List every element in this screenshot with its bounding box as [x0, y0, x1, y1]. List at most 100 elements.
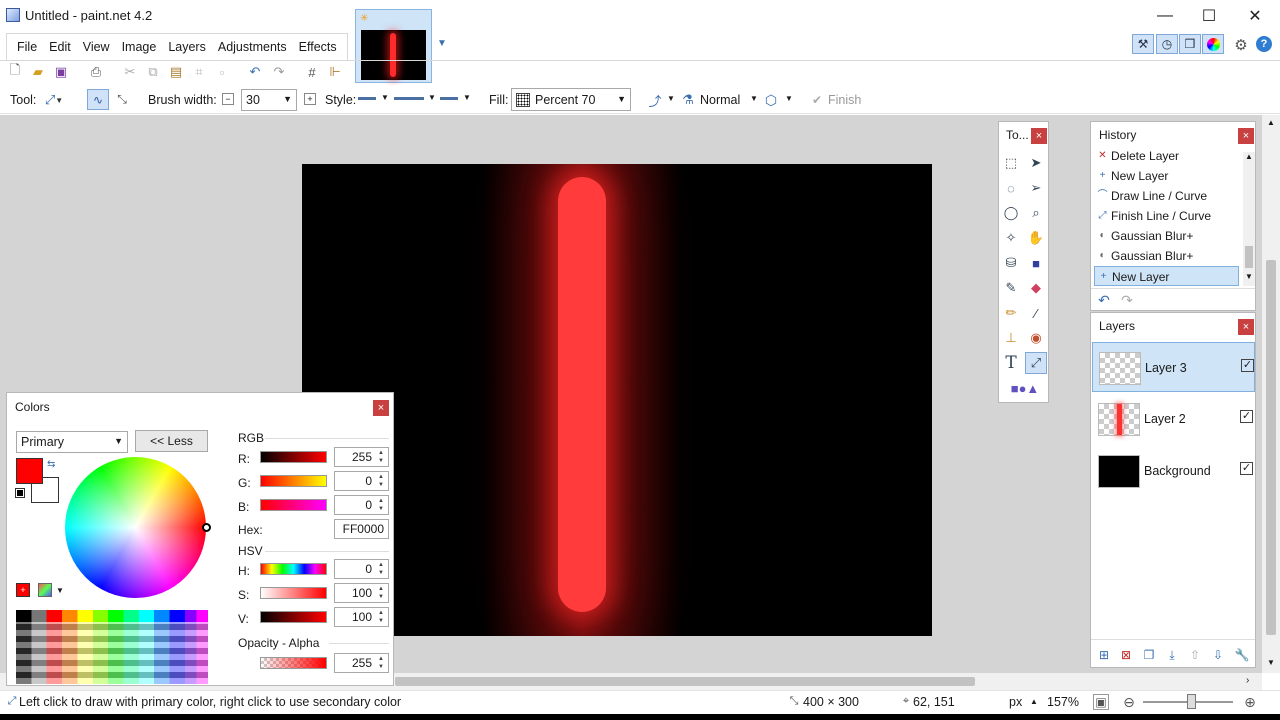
tools-window-toggle-icon[interactable]: ⚒ — [1132, 34, 1154, 54]
color-mode-select[interactable]: Primary ▼ — [16, 431, 128, 453]
undo-icon[interactable]: ↶ — [246, 63, 264, 81]
color-wheel[interactable] — [65, 457, 206, 598]
layers-close-icon[interactable]: × — [1238, 319, 1254, 335]
move-layer-down-icon[interactable]: ⇩ — [1210, 647, 1226, 663]
history-item[interactable]: ◐ Gaussian Blur+ — [1094, 246, 1239, 266]
value-slider[interactable] — [260, 611, 327, 623]
print-icon[interactable]: ⎙ — [87, 63, 105, 81]
layer-row[interactable]: Layer 2 ✓ — [1092, 394, 1255, 444]
shapes-tool-icon[interactable]: ■●▲ — [1011, 377, 1040, 399]
gradient-icon[interactable]: ■ — [1025, 252, 1047, 274]
history-window-toggle-icon[interactable]: ◷ — [1156, 34, 1178, 54]
scroll-up-icon[interactable]: ▲ — [1267, 118, 1275, 127]
line-start-cap-icon[interactable] — [358, 97, 376, 100]
colors-close-icon[interactable]: × — [373, 400, 389, 416]
hue-slider[interactable] — [260, 563, 327, 575]
move-selected-icon[interactable]: ➤ — [1025, 152, 1047, 174]
paste-icon[interactable]: ▤ — [167, 63, 185, 81]
document-list-dropdown-icon[interactable]: ▼ — [437, 38, 447, 49]
antialiasing-icon[interactable]: ⤴ — [645, 91, 665, 109]
selection-clipping-icon[interactable]: ⬡ — [762, 91, 780, 109]
primary-color-swatch[interactable] — [16, 458, 43, 484]
ellipse-select-icon[interactable]: ◯ — [1000, 202, 1022, 224]
layer-row[interactable]: Background ✓ — [1092, 446, 1255, 496]
history-item[interactable]: ◐ Gaussian Blur+ — [1094, 226, 1239, 246]
recolor-icon[interactable]: ◉ — [1025, 327, 1047, 349]
add-layer-icon[interactable]: ⊞ — [1096, 647, 1112, 663]
history-scrollbar[interactable]: ▲ ▼ — [1243, 152, 1255, 286]
paint-bucket-icon[interactable]: ⛁ — [1000, 252, 1022, 274]
zoom-out-icon[interactable]: ⊖ — [1120, 693, 1138, 711]
copy-icon[interactable]: ⧉ — [144, 63, 162, 81]
red-slider[interactable] — [260, 451, 327, 463]
save-file-icon[interactable]: ▣ — [52, 63, 70, 81]
cut-icon[interactable]: ✂ — [121, 63, 139, 81]
alpha-value-input[interactable]: 255 ▲ ▼ — [334, 653, 389, 673]
crop-to-selection-icon[interactable]: ⌗ — [190, 63, 208, 81]
chevron-down-icon[interactable]: ▼ — [785, 94, 793, 103]
history-close-icon[interactable]: × — [1238, 128, 1254, 144]
move-layer-up-icon[interactable]: ⇧ — [1187, 647, 1203, 663]
chevron-down-icon[interactable]: ▼ — [428, 93, 436, 102]
value-value-input[interactable]: 100 ▲ ▼ — [334, 607, 389, 627]
pencil-icon[interactable]: ✏ — [1000, 302, 1022, 324]
history-item[interactable]: + New Layer — [1094, 166, 1239, 186]
reset-colors-icon[interactable] — [15, 488, 25, 498]
close-window-button[interactable]: ✕ — [1232, 0, 1278, 32]
zoom-icon[interactable]: ⌕ — [1025, 202, 1047, 224]
spinner-icon[interactable]: ▲ ▼ — [375, 655, 387, 671]
finish-check-icon[interactable]: ✔ — [810, 91, 824, 109]
history-scroll-thumb[interactable] — [1245, 246, 1253, 268]
menu-edit[interactable]: Edit — [43, 34, 77, 60]
history-redo-icon[interactable]: ↷ — [1119, 292, 1135, 308]
add-to-palette-icon[interactable]: + — [16, 583, 30, 597]
bezier-mode-icon[interactable]: ⤡ — [112, 89, 132, 110]
brush-width-decrease-icon[interactable]: − — [222, 93, 234, 105]
spinner-icon[interactable]: ▲ ▼ — [375, 473, 387, 489]
layer-visibility-checkbox[interactable]: ✓ — [1241, 359, 1254, 372]
alpha-slider[interactable] — [260, 657, 327, 669]
layers-window-toggle-icon[interactable]: ❒ — [1179, 34, 1201, 54]
blue-slider[interactable] — [260, 499, 327, 511]
redo-icon[interactable]: ↷ — [270, 63, 288, 81]
color-picker-icon[interactable]: ⁄ — [1025, 302, 1047, 324]
fill-select[interactable]: Percent 70 ▼ — [511, 88, 631, 111]
chevron-down-icon[interactable]: ▼ — [750, 94, 758, 103]
swap-colors-icon[interactable]: ⇆ — [47, 459, 55, 470]
minimize-button[interactable]: — — [1142, 0, 1188, 32]
layer-properties-icon[interactable]: 🔧 — [1234, 647, 1250, 663]
maximize-button[interactable]: ☐ — [1186, 0, 1232, 32]
text-tool-icon[interactable]: T — [1000, 352, 1022, 374]
history-item[interactable]: ✕ Delete Layer — [1094, 146, 1239, 166]
help-icon[interactable]: ? — [1256, 36, 1272, 52]
chevron-down-icon[interactable]: ▼ — [381, 93, 389, 102]
scroll-up-icon[interactable]: ▲ — [1245, 152, 1253, 161]
blend-mode-icon[interactable]: ⚗ — [680, 91, 696, 109]
rectangle-select-icon[interactable]: ⬚ — [1000, 152, 1022, 174]
pan-hand-icon[interactable]: ✋ — [1025, 227, 1047, 249]
chevron-down-icon[interactable]: ▼ — [56, 586, 64, 595]
rulers-icon[interactable]: ⊩ — [326, 63, 344, 81]
eraser-icon[interactable]: ◆ — [1025, 277, 1047, 299]
spinner-icon[interactable]: ▲ ▼ — [375, 497, 387, 513]
zoom-level[interactable]: 157% — [1047, 695, 1079, 709]
zoom-to-window-icon[interactable]: ▣ — [1093, 694, 1109, 710]
tool-selector-line-curve-icon[interactable]: ⤢ ▼ — [40, 91, 68, 109]
layer-visibility-checkbox[interactable]: ✓ — [1240, 462, 1253, 475]
layer-row-selected[interactable]: Layer 3 ✓ — [1092, 342, 1255, 392]
menu-file[interactable]: File — [11, 34, 43, 60]
vertical-scrollbar[interactable]: ▲ ▼ — [1262, 115, 1280, 673]
horizontal-scroll-thumb[interactable] — [395, 677, 975, 686]
history-item[interactable]: ⌒ Draw Line / Curve — [1094, 186, 1239, 206]
dash-style-icon[interactable] — [394, 97, 424, 100]
green-slider[interactable] — [260, 475, 327, 487]
magic-wand-icon[interactable]: ✧ — [1000, 227, 1022, 249]
layer-visibility-checkbox[interactable]: ✓ — [1240, 410, 1253, 423]
brush-width-select[interactable]: 30 ▼ — [241, 89, 297, 111]
history-item-selected[interactable]: + New Layer — [1094, 266, 1239, 286]
hex-value-input[interactable]: FF0000 — [334, 519, 389, 539]
history-item[interactable]: ⤢ Finish Line / Curve — [1094, 206, 1239, 226]
palette-swatches[interactable] — [16, 610, 208, 684]
spinner-icon[interactable]: ▲ ▼ — [375, 609, 387, 625]
history-undo-icon[interactable]: ↶ — [1096, 292, 1112, 308]
